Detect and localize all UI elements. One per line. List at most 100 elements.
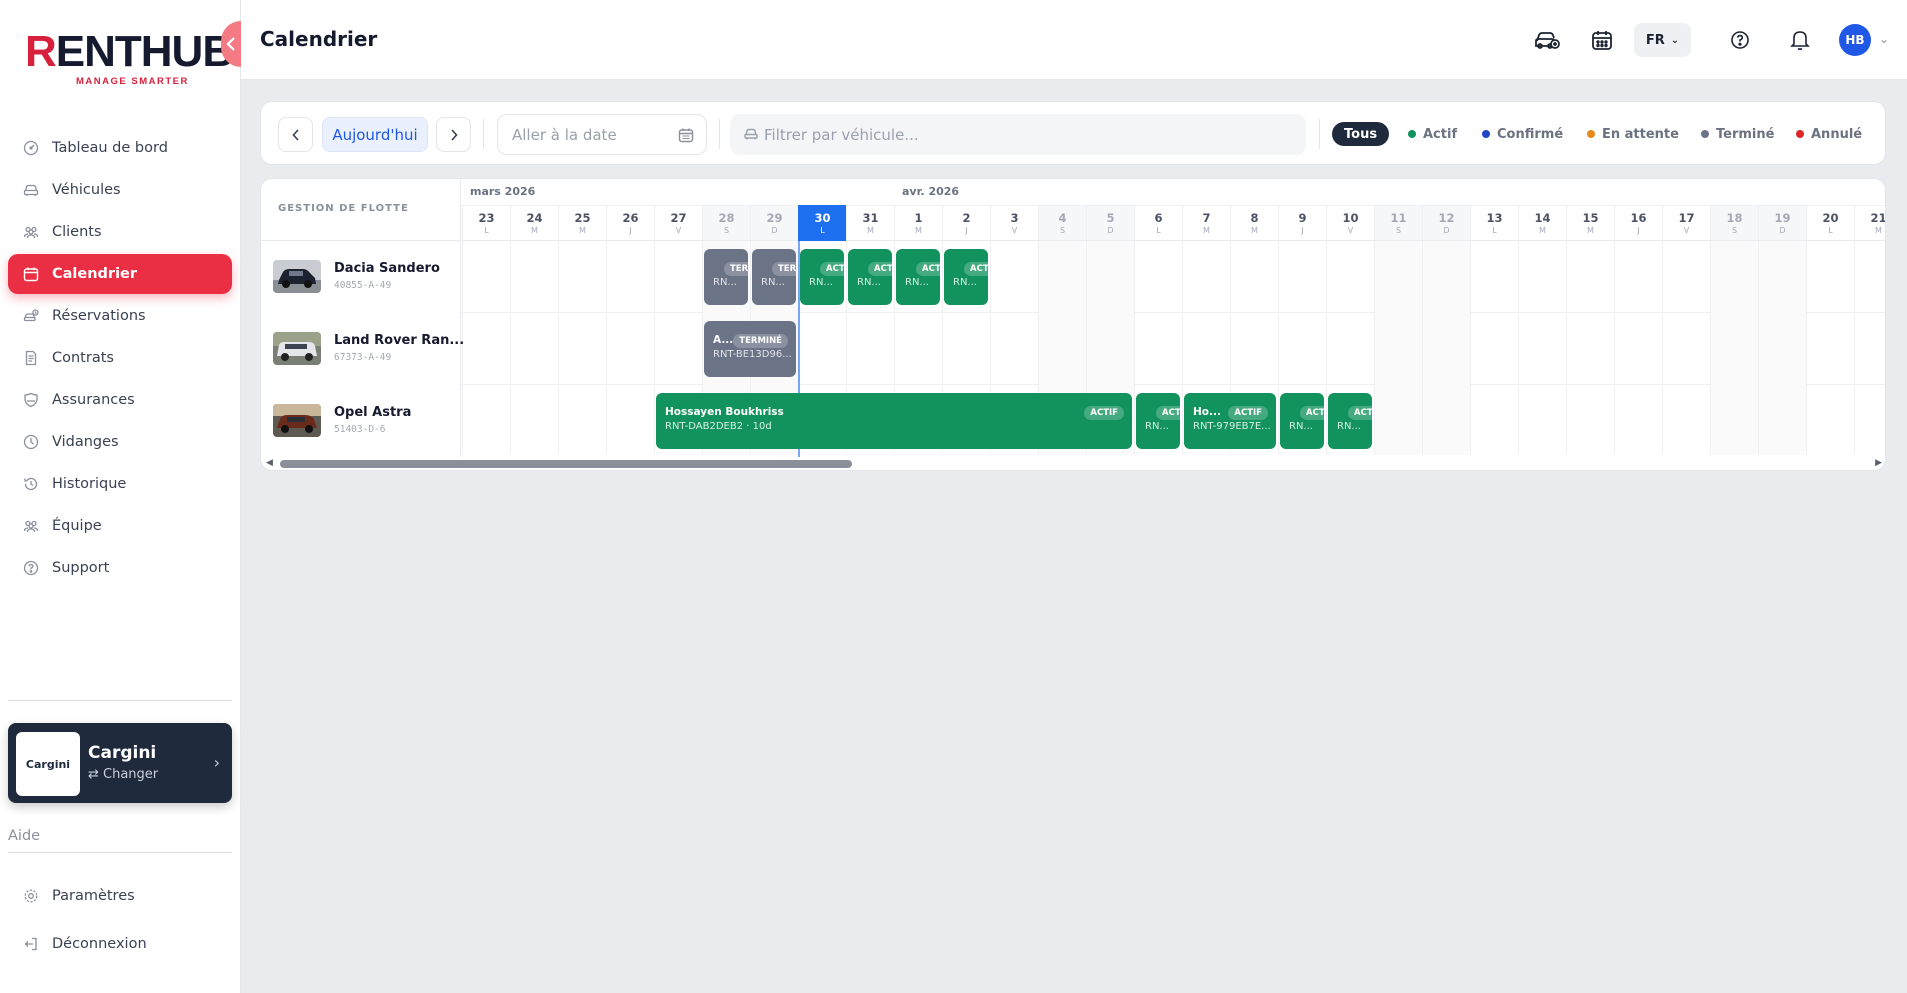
- prev-period-button[interactable]: [278, 117, 313, 152]
- day-header[interactable]: 27 V: [654, 205, 702, 241]
- booking-block[interactable]: TERMRN...: [704, 249, 748, 305]
- day-header[interactable]: 19 D: [1758, 205, 1806, 241]
- day-slot[interactable]: [1230, 313, 1278, 385]
- day-header[interactable]: 11 S: [1374, 205, 1422, 241]
- day-header[interactable]: 17 V: [1662, 205, 1710, 241]
- notifications-bell-icon[interactable]: [1786, 26, 1814, 54]
- go-to-date-input[interactable]: Aller à la date: [497, 114, 707, 155]
- day-slot[interactable]: [1854, 385, 1885, 457]
- day-header[interactable]: 18 S: [1710, 205, 1758, 241]
- day-slot[interactable]: [462, 385, 510, 457]
- day-header[interactable]: 5D: [1086, 205, 1134, 241]
- day-header[interactable]: 24 M: [510, 205, 558, 241]
- day-slot[interactable]: [1134, 241, 1182, 313]
- day-slot[interactable]: [1614, 241, 1662, 313]
- day-slot[interactable]: [798, 313, 846, 385]
- sidebar-item-contrats[interactable]: Contrats: [8, 338, 232, 378]
- sidebar-item-clients[interactable]: Clients: [8, 212, 232, 252]
- sidebar-item-reservations[interactable]: Réservations: [8, 296, 232, 336]
- day-slot[interactable]: [846, 313, 894, 385]
- day-slot[interactable]: [558, 241, 606, 313]
- language-selector[interactable]: FR ⌄: [1634, 23, 1691, 57]
- chevron-down-icon[interactable]: ⌄: [1879, 32, 1889, 46]
- day-header[interactable]: 4S: [1038, 205, 1086, 241]
- day-slot[interactable]: [1230, 241, 1278, 313]
- workspace-switcher[interactable]: Cargini Cargini ⇄ Changer ›: [8, 723, 232, 803]
- day-slot[interactable]: [1806, 241, 1854, 313]
- day-slot[interactable]: [462, 313, 510, 385]
- booking-block[interactable]: ACTIRN...: [1328, 393, 1372, 449]
- booking-block[interactable]: A... TERMINÉ RNT-BE13D96...: [704, 321, 796, 377]
- day-slot[interactable]: [1710, 241, 1758, 313]
- booking-block[interactable]: ACTIRN...: [896, 249, 940, 305]
- day-slot[interactable]: [1374, 385, 1422, 457]
- day-slot[interactable]: [1326, 241, 1374, 313]
- day-slot[interactable]: [1470, 313, 1518, 385]
- booking-block[interactable]: ACTIRN...: [800, 249, 844, 305]
- day-slot[interactable]: [1758, 313, 1806, 385]
- day-header[interactable]: 3V: [990, 205, 1038, 241]
- day-slot[interactable]: [1278, 241, 1326, 313]
- day-header[interactable]: 28 S: [702, 205, 750, 241]
- day-slot[interactable]: [894, 313, 942, 385]
- booking-block[interactable]: ACTIRN...: [1136, 393, 1180, 449]
- day-slot[interactable]: [1566, 385, 1614, 457]
- day-slot[interactable]: [1566, 313, 1614, 385]
- booking-block[interactable]: ACTIRN...: [848, 249, 892, 305]
- status-filter-all[interactable]: Tous: [1332, 122, 1390, 146]
- day-slot[interactable]: [1086, 313, 1134, 385]
- day-slot[interactable]: [558, 385, 606, 457]
- day-slot[interactable]: [606, 241, 654, 313]
- next-period-button[interactable]: [436, 117, 471, 152]
- day-slot[interactable]: [1470, 241, 1518, 313]
- day-header[interactable]: 25 M: [558, 205, 606, 241]
- booking-block[interactable]: ACTIRN...: [1280, 393, 1324, 449]
- day-header[interactable]: 15 M: [1566, 205, 1614, 241]
- day-slot[interactable]: [606, 313, 654, 385]
- day-slot[interactable]: [1422, 385, 1470, 457]
- vehicle-cell[interactable]: Land Rover Ran... 67373-A-49: [261, 313, 464, 385]
- day-slot[interactable]: [1806, 313, 1854, 385]
- day-slot[interactable]: [1662, 313, 1710, 385]
- scrollbar-thumb[interactable]: [280, 460, 852, 468]
- day-slot[interactable]: [1854, 241, 1885, 313]
- day-slot[interactable]: [1614, 313, 1662, 385]
- vehicle-filter-input[interactable]: Filtrer par véhicule...: [730, 114, 1306, 155]
- sidebar-item-calendrier[interactable]: Calendrier: [8, 254, 232, 294]
- day-slot[interactable]: [510, 385, 558, 457]
- day-slot[interactable]: [1806, 385, 1854, 457]
- sidebar-item-equipe[interactable]: Équipe: [8, 506, 232, 546]
- status-filter-annule[interactable]: Annulé: [1796, 122, 1862, 146]
- day-slot[interactable]: [1662, 385, 1710, 457]
- scroll-left-arrow-icon[interactable]: ◀: [266, 458, 273, 468]
- day-slot[interactable]: [1326, 313, 1374, 385]
- day-slot[interactable]: [1518, 385, 1566, 457]
- day-header[interactable]: 20 L: [1806, 205, 1854, 241]
- status-filter-confirme[interactable]: Confirmé: [1482, 122, 1563, 146]
- day-slot[interactable]: [462, 241, 510, 313]
- sidebar-item-vidanges[interactable]: Vidanges: [8, 422, 232, 462]
- day-slot[interactable]: [1374, 313, 1422, 385]
- day-header[interactable]: 12 D: [1422, 205, 1470, 241]
- day-slot[interactable]: [1518, 313, 1566, 385]
- day-slot[interactable]: [1086, 241, 1134, 313]
- day-slot[interactable]: [1710, 313, 1758, 385]
- day-header[interactable]: 16 J: [1614, 205, 1662, 241]
- day-slot[interactable]: [1518, 241, 1566, 313]
- day-slot[interactable]: [558, 313, 606, 385]
- sidebar-item-deconnexion[interactable]: Déconnexion: [8, 924, 232, 964]
- day-slot[interactable]: [1422, 313, 1470, 385]
- booking-block[interactable]: TERMRN...: [752, 249, 796, 305]
- day-slot[interactable]: [1758, 385, 1806, 457]
- day-slot[interactable]: [654, 313, 702, 385]
- day-header[interactable]: 2J: [942, 205, 990, 241]
- booking-block[interactable]: ACTIRN...: [944, 249, 988, 305]
- renthub-logo[interactable]: RENTHUB MANAGE SMARTER: [25, 28, 234, 88]
- day-header[interactable]: 7M: [1182, 205, 1230, 241]
- day-slot[interactable]: [1854, 313, 1885, 385]
- day-header[interactable]: 13 L: [1470, 205, 1518, 241]
- day-slot[interactable]: [1134, 313, 1182, 385]
- day-slot[interactable]: [1038, 313, 1086, 385]
- day-slot[interactable]: [1614, 385, 1662, 457]
- vehicle-add-icon[interactable]: [1533, 26, 1561, 54]
